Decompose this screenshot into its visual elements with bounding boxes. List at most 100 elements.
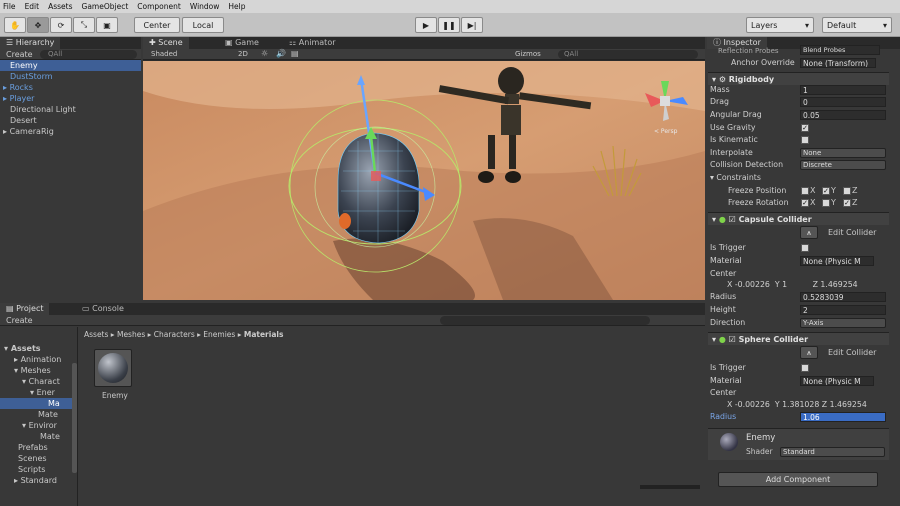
use-gravity-checkbox[interactable]: ✓ <box>801 124 809 132</box>
menu-help[interactable]: Help <box>228 2 245 11</box>
tree-materials[interactable]: Ma <box>0 398 77 409</box>
move-tool-button[interactable]: ✥ <box>27 17 49 33</box>
menu-assets[interactable]: Assets <box>48 2 72 11</box>
freeze-pos-y-checkbox[interactable]: ✓ <box>822 187 830 195</box>
shader-dropdown[interactable]: Standard <box>780 447 885 457</box>
sphere-collider-header[interactable]: ▾ ● ☑ Sphere Collider <box>708 332 889 345</box>
collision-dropdown[interactable]: Discrete <box>800 160 886 170</box>
interpolate-dropdown[interactable]: None <box>800 148 886 158</box>
tree-scenes[interactable]: Scenes <box>0 453 77 464</box>
hand-tool-button[interactable]: ✋ <box>4 17 26 33</box>
hierarchy-item-rocks[interactable]: ▸ Rocks <box>0 82 141 93</box>
tree-prefabs[interactable]: Prefabs <box>0 442 77 453</box>
center-z-field[interactable]: 1.469254 <box>820 280 857 289</box>
freeze-pos-x-checkbox[interactable] <box>801 187 809 195</box>
capsule-collider-header[interactable]: ▾ ● ☑ Capsule Collider <box>708 212 889 225</box>
layout-dropdown[interactable]: Default ▾ <box>822 17 892 33</box>
tree-mate[interactable]: Mate <box>0 409 77 420</box>
create-button[interactable]: Create <box>6 50 33 59</box>
crumb[interactable]: Meshes <box>117 330 145 339</box>
menu-window[interactable]: Window <box>190 2 220 11</box>
anchor-field[interactable]: None (Transform) <box>800 58 876 68</box>
tree-animation[interactable]: ▸ Animation <box>0 354 77 365</box>
hierarchy-item-player[interactable]: ▸ Player <box>0 93 141 104</box>
reflection-field[interactable]: Blend Probes <box>800 45 880 55</box>
menu-component[interactable]: Component <box>137 2 181 11</box>
sphere-trigger-checkbox[interactable] <box>801 364 809 372</box>
capsule-material-field[interactable]: None (Physic M <box>800 256 874 266</box>
capsule-trigger-checkbox[interactable] <box>801 244 809 252</box>
capsule-radius-field[interactable]: 0.5283039 <box>800 292 886 302</box>
asset-enemy-tile[interactable] <box>94 349 132 387</box>
crumb[interactable]: Materials <box>244 330 284 339</box>
angular-drag-field[interactable]: 0.05 <box>800 110 886 120</box>
edit-collider-button[interactable]: ⩚ <box>800 346 818 359</box>
step-button[interactable]: ▶| <box>461 17 483 33</box>
tree-environment[interactable]: ▾ Enviror <box>0 420 77 431</box>
crumb[interactable]: Enemies <box>203 330 235 339</box>
hierarchy-search[interactable]: QAll <box>40 50 137 59</box>
space-local-button[interactable]: Local <box>182 17 224 33</box>
tab-hierarchy[interactable]: ☰ Hierarchy <box>0 37 61 49</box>
capsule-height-field[interactable]: 2 <box>800 305 886 315</box>
center-z-field[interactable]: 1.469254 <box>830 400 867 409</box>
lighting-icon[interactable]: ☼ <box>261 49 268 58</box>
center-y-field[interactable]: 1.381028 <box>782 400 819 409</box>
enemy-model[interactable] <box>337 132 420 244</box>
menu-edit[interactable]: Edit <box>25 2 40 11</box>
hierarchy-item-light[interactable]: Directional Light <box>0 104 141 115</box>
menu-gameobject[interactable]: GameObject <box>82 2 129 11</box>
pivot-center-button[interactable]: Center <box>134 17 180 33</box>
freeze-pos-z-checkbox[interactable] <box>843 187 851 195</box>
tab-project[interactable]: ▤ Project <box>0 303 50 315</box>
tab-scene[interactable]: ✚ Scene <box>143 37 189 49</box>
center-x-field[interactable]: -0.00226 <box>735 400 770 409</box>
hierarchy-item-duststorm[interactable]: DustStorm <box>0 71 141 82</box>
edit-collider-button[interactable]: ⩚ <box>800 226 818 239</box>
gizmos-dropdown[interactable]: Gizmos <box>515 50 541 58</box>
tab-animator[interactable]: ⚏ Animator <box>283 37 342 49</box>
tree-enemies[interactable]: ▾ Ener <box>0 387 77 398</box>
shading-dropdown[interactable]: Shaded <box>151 50 177 58</box>
hierarchy-item-enemy[interactable]: Enemy <box>0 60 141 71</box>
rect-tool-button[interactable]: ▣ <box>96 17 118 33</box>
rotate-tool-button[interactable]: ⟳ <box>50 17 72 33</box>
menu-file[interactable]: File <box>3 2 16 11</box>
enabled-checkbox-icon[interactable]: ☑ <box>729 215 736 224</box>
center-x-field[interactable]: -0.00226 <box>735 280 770 289</box>
tree-scripts[interactable]: Scripts <box>0 464 77 475</box>
move-gizmo-plane[interactable] <box>371 171 381 181</box>
drag-field[interactable]: 0 <box>800 97 886 107</box>
zoom-slider[interactable] <box>640 485 700 489</box>
layers-dropdown[interactable]: Layers ▾ <box>746 17 814 33</box>
enabled-checkbox-icon[interactable]: ☑ <box>729 335 736 344</box>
play-button[interactable]: ▶ <box>415 17 437 33</box>
project-search[interactable] <box>440 316 650 325</box>
sphere-material-field[interactable]: None (Physic M <box>800 376 874 386</box>
sphere-radius-field[interactable]: 1.06 <box>800 412 886 422</box>
tab-game[interactable]: ▣ Game <box>219 37 265 49</box>
tab-console[interactable]: ▭ Console <box>76 303 130 315</box>
scale-tool-button[interactable]: ⤡ <box>73 17 95 33</box>
scene-search[interactable]: QAll <box>558 50 698 59</box>
2d-toggle[interactable]: 2D <box>238 50 248 58</box>
audio-icon[interactable]: 🔊 <box>276 49 286 58</box>
hierarchy-item-desert[interactable]: Desert <box>0 115 141 126</box>
mass-field[interactable]: 1 <box>800 85 886 95</box>
tree-mate-2[interactable]: Mate <box>0 431 77 442</box>
freeze-rot-y-checkbox[interactable] <box>822 199 830 207</box>
freeze-rot-x-checkbox[interactable]: ✓ <box>801 199 809 207</box>
tree-standard[interactable]: ▸ Standard <box>0 475 77 486</box>
add-component-button[interactable]: Add Component <box>718 472 878 487</box>
project-create-button[interactable]: Create <box>6 316 33 325</box>
pause-button[interactable]: ❚❚ <box>438 17 460 33</box>
direction-dropdown[interactable]: Y-Axis <box>800 318 886 328</box>
freeze-rot-z-checkbox[interactable]: ✓ <box>843 199 851 207</box>
crumb[interactable]: Assets <box>84 330 108 339</box>
scene-viewport[interactable]: < Persp <box>143 61 705 300</box>
tree-characters[interactable]: ▾ Charact <box>0 376 77 387</box>
tree-meshes[interactable]: ▾ Meshes <box>0 365 77 376</box>
tree-scrollbar[interactable] <box>72 363 77 473</box>
crumb[interactable]: Characters <box>154 330 195 339</box>
center-y-field[interactable]: 1 <box>782 279 810 291</box>
